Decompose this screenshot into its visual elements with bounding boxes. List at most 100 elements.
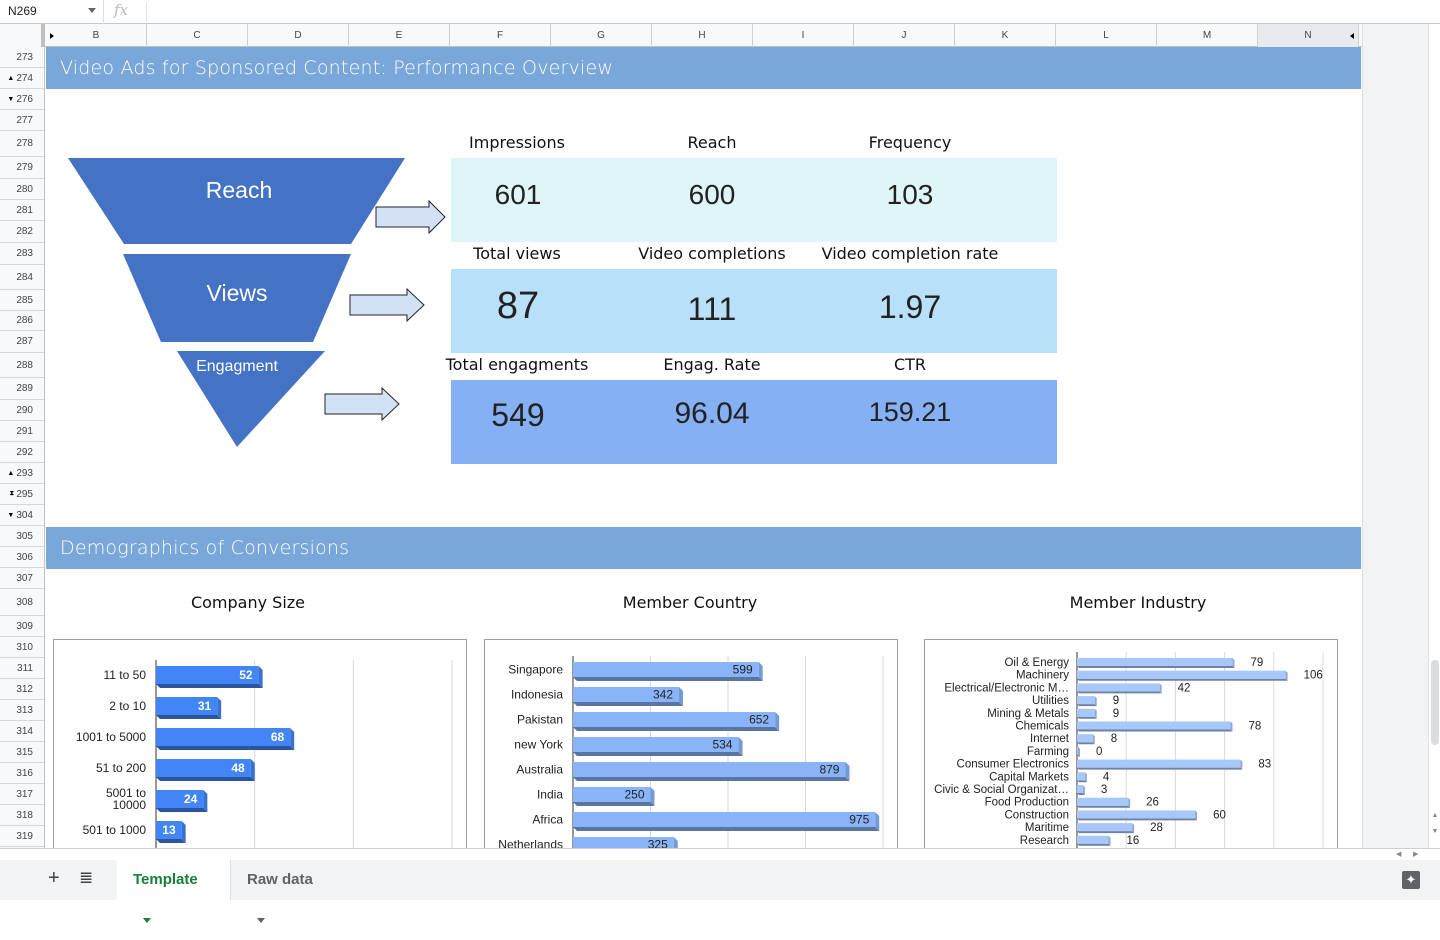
column-header-l[interactable]: L [1056,24,1157,47]
bar[interactable] [1077,721,1231,730]
add-sheet-button[interactable]: + [48,867,60,890]
column-header-g[interactable]: G [551,24,652,47]
explore-icon[interactable]: ✦ [1402,871,1420,889]
category-label: Mining & Metals [987,708,1069,720]
row-header[interactable]: ▲ 293 [0,463,44,484]
bar[interactable] [1077,683,1160,692]
scroll-up-icon[interactable]: ▲ [1429,808,1440,824]
column-header-e[interactable]: E [349,24,450,47]
column-header-k[interactable]: K [955,24,1056,47]
tab-template[interactable]: Template [117,860,230,923]
row-header[interactable]: 273 [0,47,44,68]
member-industry-chart[interactable]: Oil & Energy 79 Machinery 106 Electrical/Ele… [924,639,1338,848]
row-header[interactable]: 313 [0,700,44,721]
row-group-toggle-icon[interactable]: ▲ [7,470,14,477]
tab-raw-data[interactable]: Raw data [230,860,343,923]
row-header[interactable]: 305 [0,526,44,547]
bar[interactable] [1077,708,1095,717]
row-header[interactable]: ▼ 304 [0,505,44,526]
row-header[interactable]: 312 [0,679,44,700]
bar[interactable] [1077,658,1233,666]
select-all-corner[interactable] [0,24,45,47]
bar[interactable] [1077,797,1129,806]
company-size-chart[interactable]: 11 to 50 52 2 to 10 31 1001 to 5000 68 51 to 2… [53,639,467,848]
row-header[interactable]: 317 [0,784,44,805]
all-sheets-button[interactable]: ≣ [79,868,93,888]
column-header-n[interactable]: N [1258,24,1359,47]
row-header[interactable]: 280 [0,179,44,200]
row-header[interactable]: 308 [0,589,44,616]
bar[interactable] [573,712,776,727]
bar-group [1077,785,1085,795]
vertical-scroll-thumb[interactable] [1431,660,1439,745]
row-header[interactable]: 311 [0,658,44,679]
row-header[interactable]: 314 [0,721,44,742]
row-group-toggle-icon[interactable]: ▼ [7,96,14,103]
scroll-right-icon[interactable]: ▶ [1413,849,1418,860]
category-label: Africa [532,813,563,827]
row-header[interactable]: 292 [0,442,44,463]
row-header[interactable]: ▼ 276 [0,89,44,110]
row-header[interactable]: 310 [0,637,44,658]
column-header-m[interactable]: M [1157,24,1258,47]
column-header-c[interactable]: C [147,24,248,47]
bar[interactable] [1077,670,1286,679]
column-header-h[interactable]: H [652,24,753,47]
collapse-columns-icon[interactable] [1350,33,1354,39]
bar[interactable] [1077,772,1085,781]
horizontal-scrollbar[interactable]: ◀ ▶ [0,848,1440,860]
bar[interactable] [1077,835,1109,844]
bar[interactable] [1077,759,1241,768]
row-header[interactable]: 315 [0,742,44,763]
bar[interactable] [573,812,876,827]
vertical-scrollbar[interactable]: ▲ ▼ [1428,24,1440,848]
row-number: 307 [16,572,33,584]
row-group-toggle-icon[interactable]: ▲ [7,75,14,82]
row-header[interactable]: 279 [0,157,44,179]
sheet-grid[interactable]: Video Ads for Sponsored Content: Perform… [46,47,1362,848]
column-header-j[interactable]: J [854,24,955,47]
row-header[interactable]: 307 [0,568,44,589]
column-header-d[interactable]: D [248,24,349,47]
member-country-chart[interactable]: Singapore 599 Indonesia 342 Pakistan 652 new Y… [484,639,898,848]
name-box-dropdown-icon[interactable] [88,8,96,13]
bar[interactable] [1077,785,1083,793]
row-header[interactable]: 306 [0,547,44,568]
row-header[interactable]: 291 [0,421,44,442]
row-header[interactable]: 284 [0,265,44,290]
bar[interactable] [1077,696,1095,705]
row-header[interactable]: 281 [0,200,44,221]
scroll-down-icon[interactable]: ▼ [1429,824,1440,840]
row-header[interactable]: 285 [0,290,44,311]
bar[interactable] [1077,823,1133,832]
row-header[interactable]: 318 [0,805,44,826]
row-group-toggle-icon[interactable]: ▼ [7,512,14,519]
row-header[interactable]: 309 [0,616,44,637]
tab-dropdown-icon[interactable] [143,917,151,923]
row-header[interactable]: ▲ 274 [0,68,44,89]
bar[interactable] [1077,810,1196,819]
bar-shadow [1077,767,1243,770]
column-header-f[interactable]: F [450,24,551,47]
row-header[interactable]: 277 [0,110,44,131]
bar[interactable] [1077,734,1093,743]
scroll-left-icon[interactable]: ◀ [1396,849,1401,860]
column-header-i[interactable]: I [753,24,854,47]
row-group-toggle-icon[interactable]: ⧗ [9,490,14,498]
bar[interactable] [573,762,846,777]
row-header[interactable]: 282 [0,221,44,243]
column-header-b[interactable]: B [46,24,147,47]
tab-dropdown-icon[interactable] [257,917,265,923]
row-header[interactable]: 288 [0,353,44,378]
row-header[interactable]: 290 [0,400,44,421]
row-header[interactable]: 286 [0,311,44,331]
row-header[interactable]: ⧗ 295 [0,484,44,505]
row-header[interactable]: 287 [0,331,44,353]
bar[interactable] [573,662,759,677]
row-header[interactable]: 278 [0,131,44,157]
row-header[interactable]: 289 [0,378,44,400]
row-header[interactable]: 319 [0,826,44,847]
row-header[interactable]: 316 [0,763,44,784]
row-header[interactable]: 283 [0,243,44,265]
bar[interactable] [1077,746,1078,755]
